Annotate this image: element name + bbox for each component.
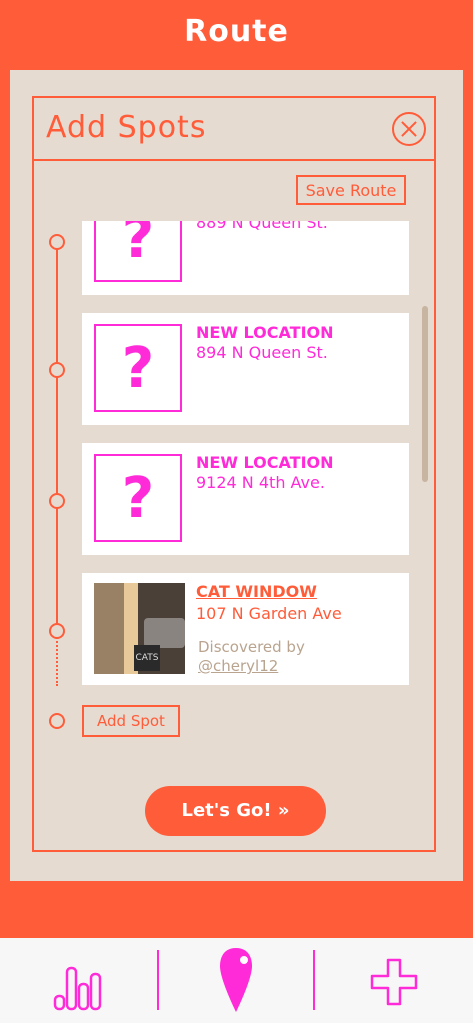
spot-address: 894 N Queen St. bbox=[196, 343, 328, 362]
spot-address: 107 N Garden Ave bbox=[196, 604, 342, 623]
spot-card[interactable]: CATS CAT WINDOW 107 N Garden Ave Discove… bbox=[82, 573, 409, 685]
timeline-dot bbox=[49, 493, 65, 509]
lets-go-button[interactable]: Let's Go! » bbox=[145, 786, 326, 836]
bottom-nav bbox=[0, 938, 473, 1023]
timeline-dot bbox=[49, 713, 65, 729]
spot-photo: CATS bbox=[94, 583, 185, 674]
nav-add[interactable] bbox=[344, 946, 444, 1016]
question-mark-icon: ? bbox=[94, 324, 182, 412]
stats-bars-icon bbox=[53, 966, 102, 1011]
close-icon[interactable] bbox=[392, 112, 426, 146]
route-panel: Add Spots Save Route ? 889 N Queen St. ?… bbox=[10, 70, 463, 881]
plus-icon bbox=[370, 958, 418, 1006]
spot-card[interactable]: ? 889 N Queen St. bbox=[82, 221, 409, 295]
spot-list[interactable]: ? 889 N Queen St. ? NEW LOCATION 894 N Q… bbox=[82, 221, 437, 687]
nav-divider bbox=[157, 950, 159, 1010]
discoverer-link[interactable]: @cheryl12 bbox=[198, 657, 278, 675]
timeline-line bbox=[56, 241, 58, 626]
timeline-dot bbox=[49, 234, 65, 250]
timeline-dot bbox=[49, 623, 65, 639]
question-mark-icon: ? bbox=[94, 221, 182, 282]
save-route-button[interactable]: Save Route bbox=[296, 175, 406, 205]
spot-card[interactable]: ? NEW LOCATION 894 N Queen St. bbox=[82, 313, 409, 425]
discovered-by-label: Discovered by bbox=[198, 638, 305, 656]
location-pin-icon bbox=[220, 948, 252, 1012]
spot-address: 9124 N 4th Ave. bbox=[196, 473, 325, 492]
question-mark-icon: ? bbox=[94, 454, 182, 542]
timeline-dot bbox=[49, 362, 65, 378]
dialog-header: Add Spots bbox=[34, 98, 434, 161]
dialog-title: Add Spots bbox=[46, 110, 207, 145]
nav-divider bbox=[313, 950, 315, 1010]
cats-sign: CATS bbox=[134, 645, 160, 671]
spot-address: 889 N Queen St. bbox=[196, 221, 328, 232]
spot-card[interactable]: ? NEW LOCATION 9124 N 4th Ave. bbox=[82, 443, 409, 555]
nav-stats[interactable] bbox=[30, 946, 130, 1016]
add-spot-button[interactable]: Add Spot bbox=[82, 705, 180, 737]
spot-name-link[interactable]: CAT WINDOW bbox=[196, 582, 317, 601]
spot-name: NEW LOCATION bbox=[196, 453, 334, 472]
spot-name: NEW LOCATION bbox=[196, 323, 334, 342]
nav-route[interactable] bbox=[186, 946, 286, 1016]
scrollbar[interactable] bbox=[422, 306, 428, 482]
add-spots-dialog: Add Spots Save Route ? 889 N Queen St. ?… bbox=[32, 96, 436, 852]
page-title: Route bbox=[184, 14, 289, 49]
